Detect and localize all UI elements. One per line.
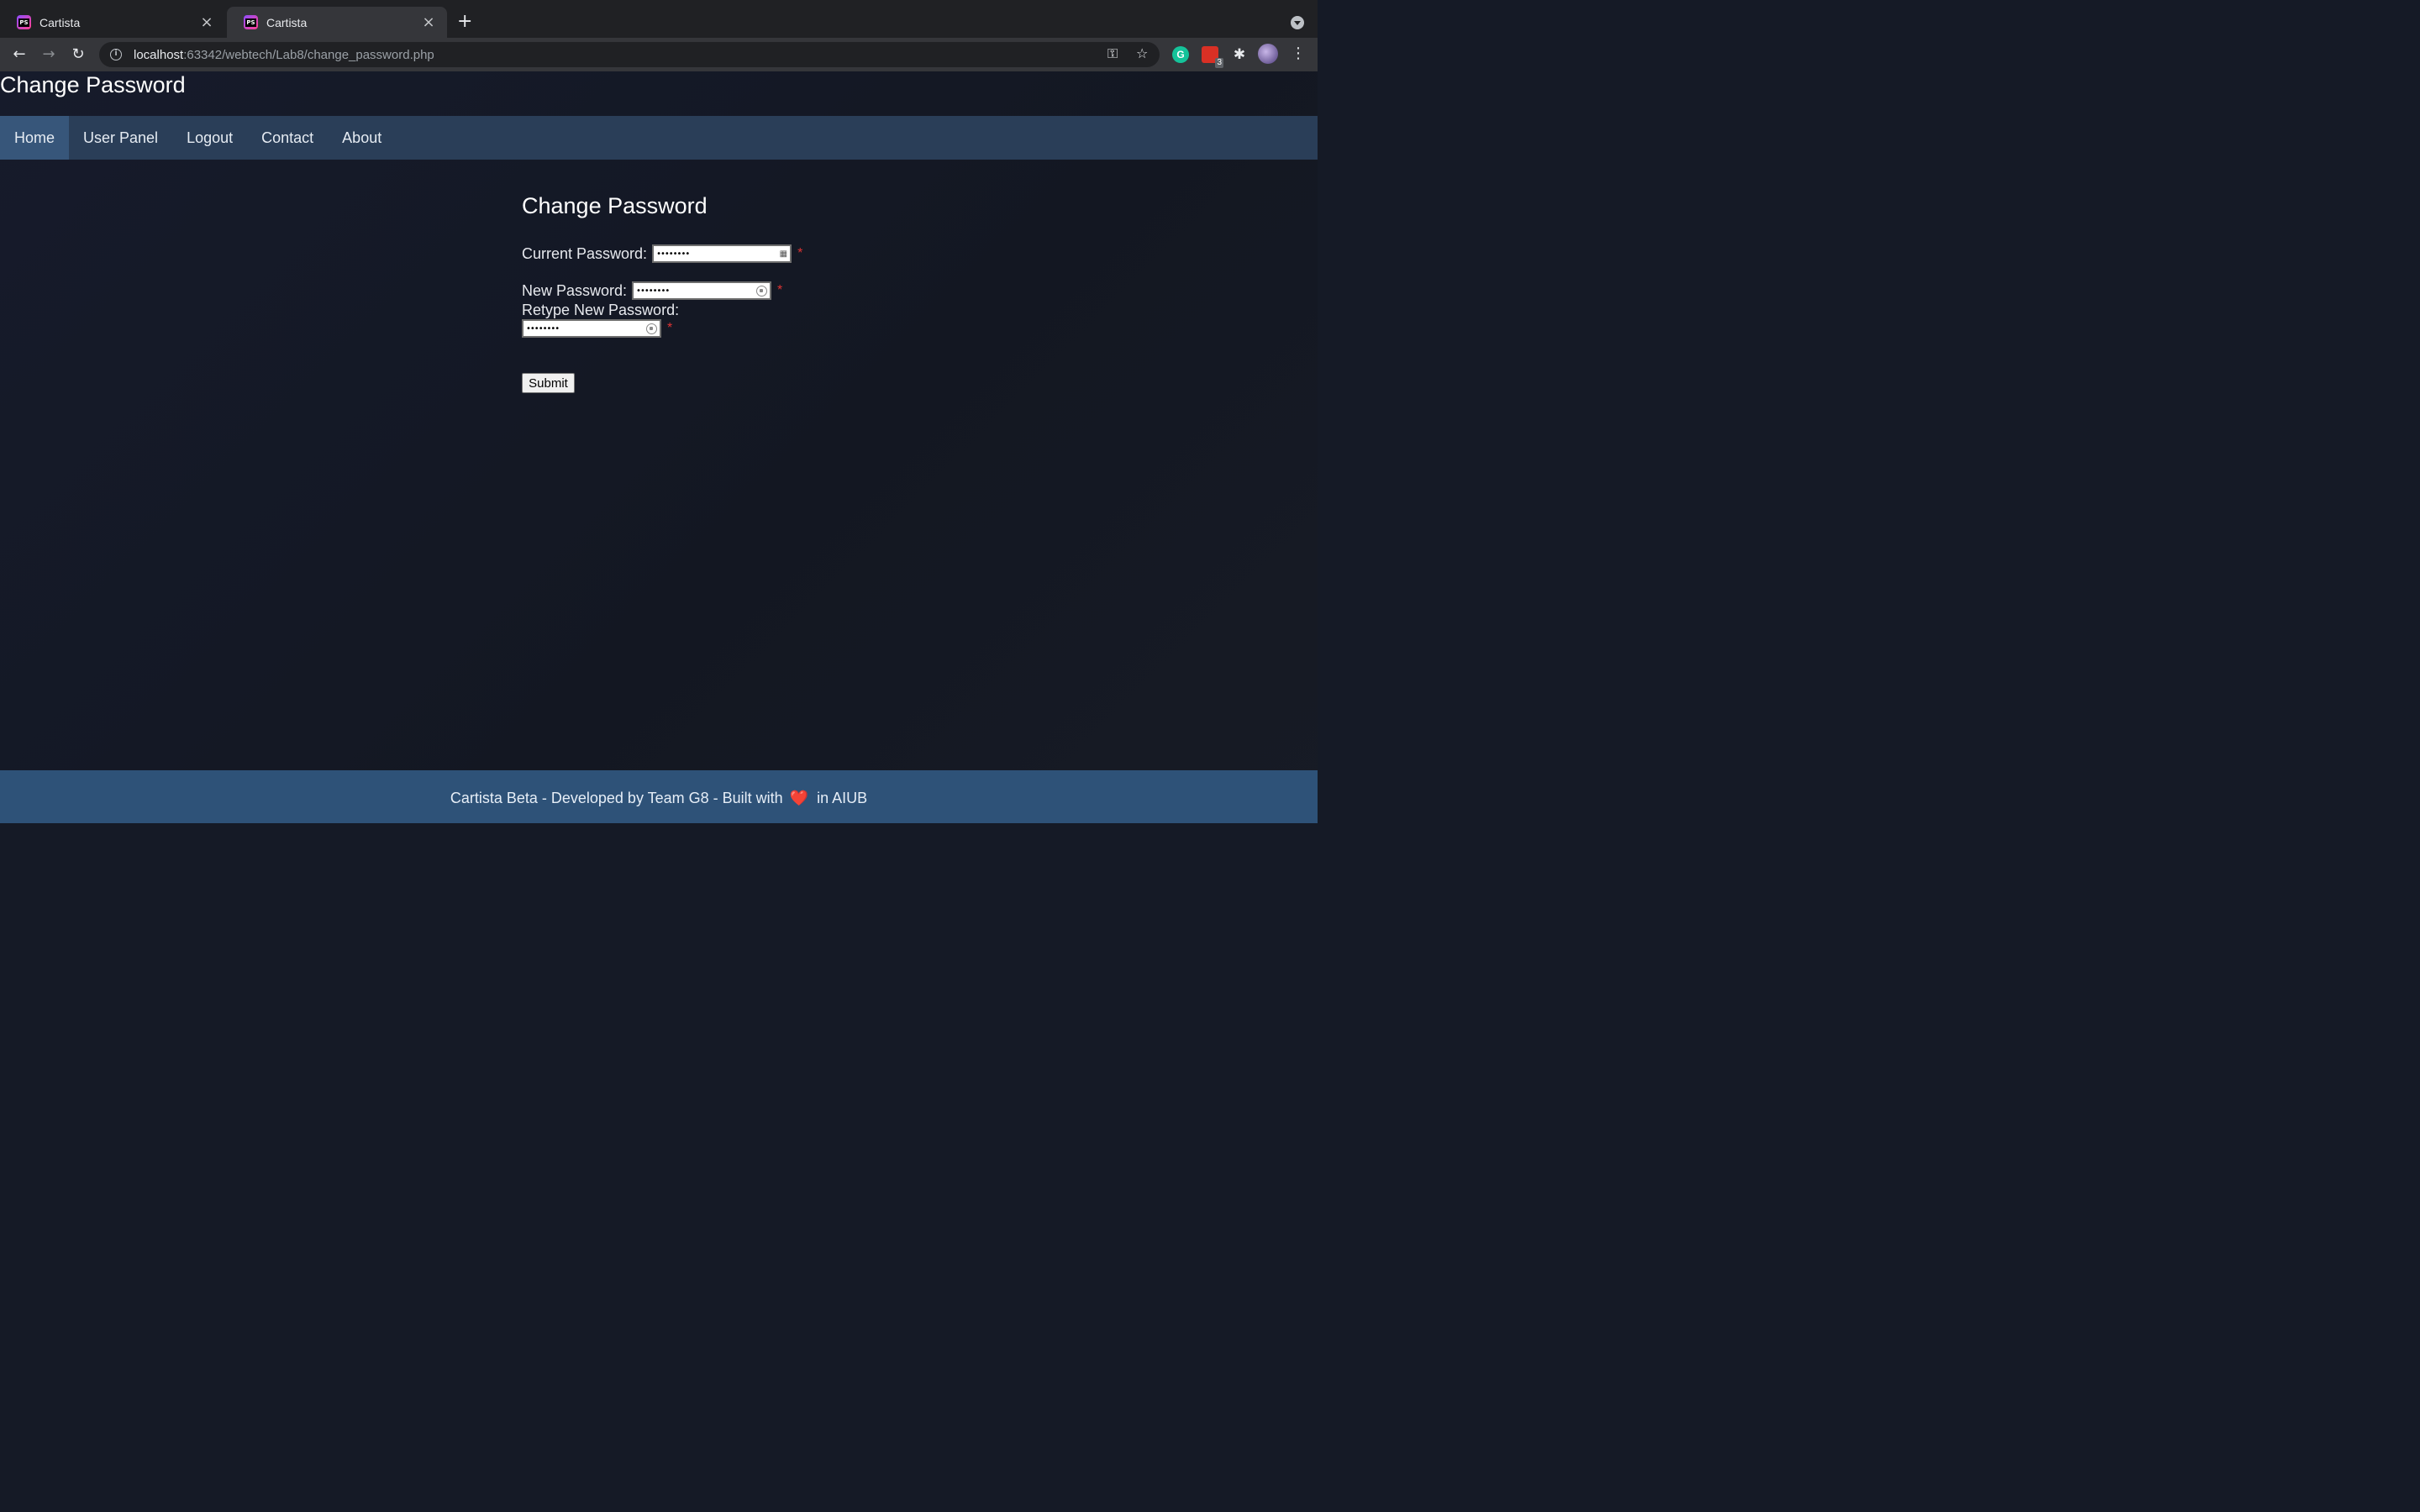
close-tab-icon[interactable]: × [198, 13, 215, 31]
nav-contact[interactable]: Contact [247, 116, 328, 160]
browser-tab-strip: PS Cartista × PS Cartista × + [0, 0, 1318, 38]
nav-logout[interactable]: Logout [172, 116, 247, 160]
main-nav: Home User Panel Logout Contact About [0, 116, 1318, 160]
current-password-row: Current Password: •••••••• ▦ * [522, 244, 802, 263]
retype-password-label-row: Retype New Password: [522, 301, 802, 319]
nav-home[interactable]: Home [0, 116, 70, 160]
footer: Cartista Beta - Developed by Team G8 - B… [0, 770, 1318, 823]
forward-arrow-icon[interactable]: → [39, 45, 59, 65]
change-password-form: Change Password Current Password: ••••••… [522, 193, 802, 393]
back-arrow-icon[interactable]: ← [9, 45, 29, 65]
footer-text-after: in AIUB [817, 790, 868, 806]
phpstorm-favicon-icon: PS [17, 15, 31, 29]
reload-icon[interactable]: ↻ [68, 45, 88, 65]
site-info-icon[interactable]: i [110, 49, 122, 60]
browser-toolbar: ← → ↻ i localhost:63342/webtech/Lab8/cha… [0, 38, 1318, 71]
extensions-puzzle-icon[interactable]: ✱ [1231, 46, 1248, 63]
retype-password-label: Retype New Password: [522, 301, 680, 318]
extension-red-icon[interactable]: 3 [1202, 46, 1223, 68]
retype-password-row: •••••••• * [522, 319, 802, 338]
tab-search-dropdown-icon[interactable] [1291, 16, 1304, 29]
password-manager-icon[interactable]: ▦ [780, 249, 787, 259]
browser-menu-kebab-icon[interactable]: ⋮ [1291, 45, 1306, 62]
password-lock-icon[interactable] [646, 323, 657, 334]
new-tab-plus-icon[interactable]: + [457, 12, 472, 32]
profile-avatar[interactable] [1258, 44, 1278, 64]
bookmark-star-icon[interactable]: ☆ [1136, 45, 1148, 61]
nav-user-panel[interactable]: User Panel [69, 116, 172, 160]
browser-tab-2-active[interactable]: PS Cartista × [227, 7, 447, 38]
browser-tab-1[interactable]: PS Cartista × [0, 7, 225, 38]
phpstorm-favicon-icon: PS [244, 15, 258, 29]
tab-title: Cartista [39, 15, 81, 29]
page-header-title: Change Password [0, 72, 186, 97]
close-tab-icon[interactable]: × [420, 13, 437, 31]
new-password-label: New Password: [522, 281, 628, 299]
required-asterisk: * [777, 283, 783, 297]
required-asterisk: * [797, 246, 803, 260]
new-password-row: New Password: •••••••• * [522, 281, 802, 300]
required-asterisk: * [667, 321, 673, 335]
web-page: Change Password Home User Panel Logout C… [0, 71, 1318, 823]
heart-icon: ❤️ [789, 790, 809, 807]
grammarly-extension-icon[interactable]: G [1172, 46, 1189, 63]
address-bar[interactable]: i localhost:63342/webtech/Lab8/change_pa… [99, 42, 1160, 67]
password-lock-icon[interactable] [756, 285, 768, 297]
submit-button[interactable]: Submit [522, 373, 575, 393]
footer-text-before: Cartista Beta - Developed by Team G8 - B… [450, 790, 783, 806]
retype-password-input[interactable]: •••••••• [522, 319, 661, 338]
nav-about[interactable]: About [328, 116, 396, 160]
new-password-input[interactable]: •••••••• [632, 281, 772, 300]
current-password-label: Current Password: [522, 244, 648, 262]
form-title: Change Password [522, 193, 708, 218]
password-key-icon[interactable]: ⚿ [1107, 45, 1118, 62]
current-password-input[interactable]: •••••••• ▦ [652, 244, 792, 263]
tab-title: Cartista [266, 15, 308, 29]
url-text[interactable]: localhost:63342/webtech/Lab8/change_pass… [134, 48, 434, 62]
